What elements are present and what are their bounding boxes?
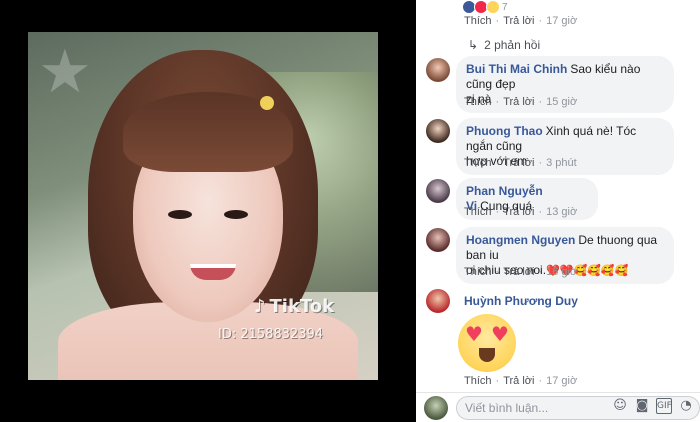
video-frame[interactable]: ★ (28, 32, 378, 380)
reply-count-label: 2 phản hồi (484, 38, 541, 52)
comment-actions: Thích · Trả lời · 16 giờ (464, 266, 578, 278)
comment-author[interactable]: Huỳnh Phương Duy (464, 294, 578, 308)
comment-composer: Viết bình luận... ☺ ◙ GIF ◔ (416, 393, 700, 422)
tiktok-id-watermark: ID: 2158832394 (218, 327, 324, 342)
comment-author[interactable]: Phuong Thao (466, 124, 543, 138)
comment-actions: Thích · Trả lời · 17 giờ (464, 375, 578, 387)
hair-clip (260, 96, 274, 110)
comment-actions: Thích · Trả lời · 15 giờ (464, 96, 578, 108)
comment-author[interactable]: Hoangmen Nguyen (466, 233, 575, 247)
heart-eyes-sticker: ♥ ♥ (458, 314, 516, 372)
comment-time: 16 giờ (546, 266, 578, 278)
reply-link[interactable]: Trả lời (503, 157, 534, 169)
tiktok-brand: TikTok (269, 296, 335, 317)
composer-tools: ☺ ◙ GIF ◔ (612, 398, 694, 414)
comment-actions: Thích · Trả lời · 13 giờ (464, 206, 578, 218)
reply-link[interactable]: Trả lời (503, 375, 534, 387)
comments-panel: 7 Thích · Trả lời · 17 giờ ↳ 2 phản hồi Bui T… (416, 0, 700, 422)
heart-eye-icon: ♥ (491, 322, 509, 346)
comment-time: 17 giờ (546, 375, 578, 387)
haha-reaction-icon (486, 0, 500, 14)
heart-eye-icon: ♥ (465, 322, 483, 346)
reaction-summary[interactable]: 7 (462, 0, 508, 14)
gif-icon[interactable]: GIF (656, 398, 672, 414)
comment-time: 13 giờ (546, 206, 578, 218)
comment-input-placeholder: Viết bình luận... (465, 401, 549, 415)
sticker-icon[interactable]: ◔ (678, 398, 694, 414)
like-link[interactable]: Thích (464, 157, 492, 169)
reply-link[interactable]: Trả lời (503, 206, 534, 218)
reply-link[interactable]: Trả lời (503, 266, 534, 278)
like-link[interactable]: Thích (464, 96, 492, 108)
emoji-mouth (479, 348, 495, 362)
comment-time: 17 giờ (546, 15, 578, 27)
like-link[interactable]: Thích (464, 15, 492, 27)
avatar[interactable] (426, 228, 450, 252)
smiley-icon[interactable]: ☺ (612, 398, 628, 414)
avatar[interactable] (426, 289, 450, 313)
right-eye (224, 210, 248, 219)
media-viewer: ★ ♪ TikTok ID: 2158832394 (0, 0, 416, 422)
comment-time: 15 giờ (546, 96, 578, 108)
reply-link[interactable]: Trả lời (503, 96, 534, 108)
current-user-avatar[interactable] (424, 396, 448, 420)
like-link[interactable]: Thích (464, 206, 492, 218)
tiktok-watermark: ♪ TikTok (254, 296, 334, 317)
comment-time: 3 phút (546, 157, 577, 169)
reply-link[interactable]: Trả lời (503, 15, 534, 27)
reply-arrow-icon: ↳ (468, 38, 479, 52)
left-eye (168, 210, 192, 219)
avatar[interactable] (426, 58, 450, 82)
comment-actions: Thích · Trả lời · 17 giờ (464, 15, 578, 27)
like-link[interactable]: Thích (464, 266, 492, 278)
tiktok-note-icon: ♪ (254, 296, 266, 317)
comment-actions: Thích · Trả lời · 3 phút (464, 157, 577, 169)
avatar[interactable] (426, 119, 450, 143)
avatar[interactable] (426, 179, 450, 203)
like-link[interactable]: Thích (464, 375, 492, 387)
background-star-decoration: ★ (38, 37, 92, 107)
view-replies-link[interactable]: ↳ 2 phản hồi (468, 38, 540, 52)
comment-author[interactable]: Bui Thi Mai Chinh (466, 62, 567, 76)
camera-icon[interactable]: ◙ (634, 398, 650, 414)
reaction-count: 7 (502, 1, 508, 13)
